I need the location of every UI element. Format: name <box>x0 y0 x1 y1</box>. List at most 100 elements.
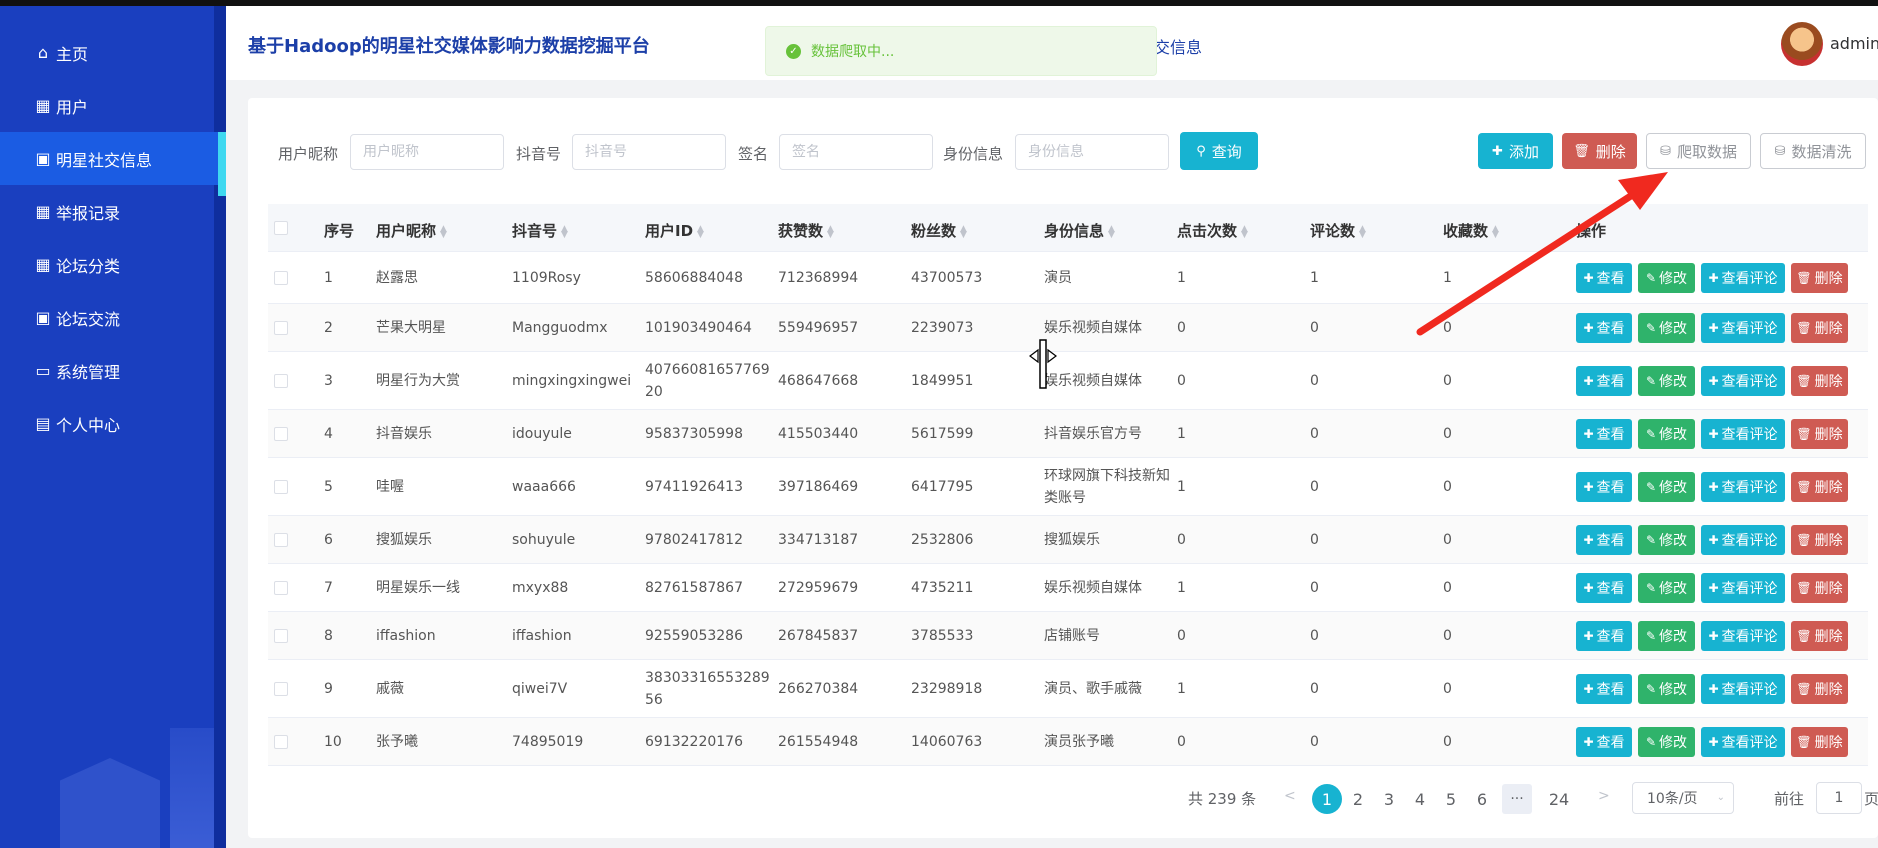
table-row[interactable]: 3 明星行为大赏 mingxingxingwei 4076608165776920 46… <box>268 352 1868 410</box>
view-comments-button[interactable]: ✚ 查看评论 <box>1701 419 1785 449</box>
table-row[interactable]: 2 芒果大明星 Mangguodmx 101903490464 559496957 223… <box>268 304 1868 352</box>
row-checkbox[interactable] <box>274 374 288 388</box>
delete-button[interactable]: 🗑 删除 <box>1791 366 1848 396</box>
row-checkbox[interactable] <box>274 735 288 749</box>
row-checkbox[interactable] <box>274 533 288 547</box>
clean-data-button[interactable]: ⛁ 数据清洗 <box>1760 133 1866 169</box>
edit-button[interactable]: ✎ 修改 <box>1638 573 1695 603</box>
view-button[interactable]: ✚ 查看 <box>1576 472 1632 502</box>
view-button[interactable]: ✚ 查看 <box>1576 263 1632 293</box>
page-6[interactable]: 6 <box>1467 784 1497 814</box>
view-button[interactable]: ✚ 查看 <box>1576 313 1632 343</box>
add-button[interactable]: ✚ 添加 <box>1478 133 1553 169</box>
edit-button[interactable]: ✎ 修改 <box>1638 366 1695 396</box>
view-comments-button[interactable]: ✚ 查看评论 <box>1701 263 1785 293</box>
edit-button[interactable]: ✎ 修改 <box>1638 727 1695 757</box>
view-comments-button[interactable]: ✚ 查看评论 <box>1701 573 1785 603</box>
avatar[interactable] <box>1781 22 1823 66</box>
header-uid[interactable]: 用户ID ▲ ▼ <box>645 220 704 241</box>
sort-icon[interactable]: ▲ ▼ <box>1241 224 1248 239</box>
row-checkbox[interactable] <box>274 581 288 595</box>
delete-button[interactable]: 🗑 删除 <box>1562 133 1637 169</box>
view-comments-button[interactable]: ✚ 查看评论 <box>1701 621 1785 651</box>
delete-button[interactable]: 🗑 删除 <box>1791 313 1848 343</box>
crawl-data-button[interactable]: ⛁ 爬取数据 <box>1646 133 1751 169</box>
sort-icon[interactable]: ▲ ▼ <box>960 224 967 239</box>
table-row[interactable]: 4 抖音娱乐 idouyule 95837305998 415503440 5617599… <box>268 410 1868 458</box>
goto-page-input[interactable]: 1 <box>1816 782 1862 814</box>
header-nickname[interactable]: 用户昵称 ▲ ▼ <box>376 220 447 241</box>
select-all-checkbox[interactable] <box>274 221 288 235</box>
sort-icon[interactable]: ▲ ▼ <box>440 224 447 239</box>
view-button[interactable]: ✚ 查看 <box>1576 573 1632 603</box>
edit-button[interactable]: ✎ 修改 <box>1638 419 1695 449</box>
edit-button[interactable]: ✎ 修改 <box>1638 621 1695 651</box>
header-breadcrumb-fragment[interactable]: 交信息 <box>1154 34 1202 58</box>
page-4[interactable]: 4 <box>1405 784 1435 814</box>
nickname-input[interactable] <box>350 134 504 170</box>
page-5[interactable]: 5 <box>1436 784 1466 814</box>
page-2[interactable]: 2 <box>1343 784 1373 814</box>
row-checkbox[interactable] <box>274 321 288 335</box>
row-checkbox[interactable] <box>274 682 288 696</box>
row-checkbox[interactable] <box>274 480 288 494</box>
page-1[interactable]: 1 <box>1312 784 1342 814</box>
view-button[interactable]: ✚ 查看 <box>1576 366 1632 396</box>
page-3[interactable]: 3 <box>1374 784 1404 814</box>
table-row[interactable]: 5 哇喔 waaa666 97411926413 397186469 6417795 环球网… <box>268 458 1868 516</box>
header-likes[interactable]: 获赞数 ▲ ▼ <box>778 220 834 241</box>
edit-button[interactable]: ✎ 修改 <box>1638 525 1695 555</box>
view-comments-button[interactable]: ✚ 查看评论 <box>1701 366 1785 396</box>
view-comments-button[interactable]: ✚ 查看评论 <box>1701 727 1785 757</box>
sidebar-item-2[interactable]: ▣ 明星社交信息 <box>0 132 226 196</box>
table-row[interactable]: 9 戚薇 qiwei7V 3830331655328956 266270384 23298… <box>268 660 1868 718</box>
delete-button[interactable]: 🗑 删除 <box>1791 472 1848 502</box>
sort-icon[interactable]: ▲ ▼ <box>1492 224 1499 239</box>
table-row[interactable]: 7 明星娱乐一线 mxyx88 82761587867 272959679 4735211… <box>268 564 1868 612</box>
row-checkbox[interactable] <box>274 427 288 441</box>
sidebar-item-1[interactable]: ▦ 用户 <box>0 79 226 132</box>
sort-icon[interactable]: ▲ ▼ <box>827 224 834 239</box>
view-comments-button[interactable]: ✚ 查看评论 <box>1701 472 1785 502</box>
row-checkbox[interactable] <box>274 271 288 285</box>
view-button[interactable]: ✚ 查看 <box>1576 621 1632 651</box>
table-row[interactable]: 10 张予曦 74895019 69132220176 261554948 1406076… <box>268 718 1868 766</box>
edit-button[interactable]: ✎ 修改 <box>1638 313 1695 343</box>
sort-icon[interactable]: ▲ ▼ <box>1108 224 1115 239</box>
view-button[interactable]: ✚ 查看 <box>1576 727 1632 757</box>
prev-page-button[interactable]: < <box>1284 788 1296 804</box>
identity-input[interactable] <box>1015 134 1169 170</box>
view-comments-button[interactable]: ✚ 查看评论 <box>1701 313 1785 343</box>
table-row[interactable]: 6 搜狐娱乐 sohuyule 97802417812 334713187 2532806… <box>268 516 1868 564</box>
page-size-select[interactable]: 10条/页 ⌄ <box>1632 782 1734 814</box>
next-page-button[interactable]: > <box>1598 788 1610 804</box>
page-last[interactable]: 24 <box>1544 784 1574 814</box>
delete-button[interactable]: 🗑 删除 <box>1791 674 1848 704</box>
view-button[interactable]: ✚ 查看 <box>1576 674 1632 704</box>
header-identity[interactable]: 身份信息 ▲ ▼ <box>1044 220 1115 241</box>
delete-button[interactable]: 🗑 删除 <box>1791 727 1848 757</box>
header-fans[interactable]: 粉丝数 ▲ ▼ <box>911 220 967 241</box>
view-comments-button[interactable]: ✚ 查看评论 <box>1701 525 1785 555</box>
sort-icon[interactable]: ▲ ▼ <box>697 224 704 239</box>
delete-button[interactable]: 🗑 删除 <box>1791 419 1848 449</box>
header-favorites[interactable]: 收藏数 ▲ ▼ <box>1443 220 1499 241</box>
sidebar-item-6[interactable]: ▭ 系统管理 <box>0 344 226 397</box>
query-button[interactable]: ⚲ 查询 <box>1180 132 1258 170</box>
sidebar-item-0[interactable]: ⌂ 主页 <box>0 26 226 79</box>
sidebar-item-3[interactable]: ▦ 举报记录 <box>0 185 226 238</box>
username[interactable]: admin <box>1830 34 1878 53</box>
sidebar-item-4[interactable]: ▦ 论坛分类 <box>0 238 226 291</box>
table-row[interactable]: 1 赵露思 1109Rosy 58606884048 712368994 43700573… <box>268 252 1868 304</box>
view-button[interactable]: ✚ 查看 <box>1576 419 1632 449</box>
row-checkbox[interactable] <box>274 629 288 643</box>
sort-icon[interactable]: ▲ ▼ <box>1359 224 1366 239</box>
sort-icon[interactable]: ▲ ▼ <box>561 224 568 239</box>
delete-button[interactable]: 🗑 删除 <box>1791 573 1848 603</box>
edit-button[interactable]: ✎ 修改 <box>1638 472 1695 502</box>
header-douyin[interactable]: 抖音号 ▲ ▼ <box>512 220 568 241</box>
edit-button[interactable]: ✎ 修改 <box>1638 674 1695 704</box>
delete-button[interactable]: 🗑 删除 <box>1791 621 1848 651</box>
view-button[interactable]: ✚ 查看 <box>1576 525 1632 555</box>
view-comments-button[interactable]: ✚ 查看评论 <box>1701 674 1785 704</box>
